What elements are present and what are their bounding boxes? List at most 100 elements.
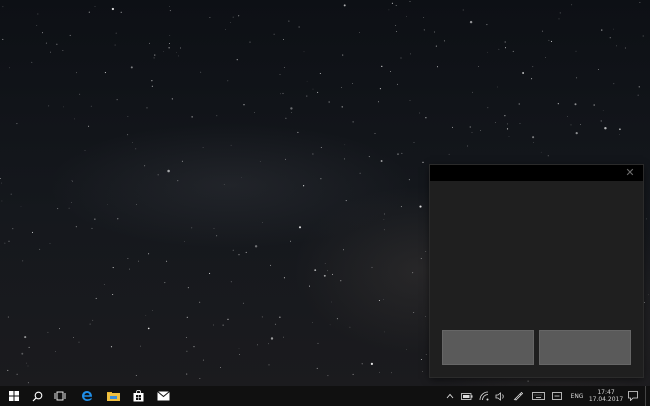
star — [505, 47, 506, 49]
star — [191, 227, 193, 229]
star — [400, 206, 402, 208]
task-view-icon[interactable] — [50, 386, 70, 406]
star — [254, 111, 255, 113]
star — [601, 29, 603, 31]
battery-icon[interactable] — [460, 386, 474, 406]
dialog-window: ✕ — [430, 165, 643, 377]
star — [327, 270, 328, 272]
star — [359, 172, 361, 174]
star — [147, 327, 150, 330]
start-icon[interactable] — [4, 386, 24, 406]
star — [420, 359, 422, 360]
dialog-button-right[interactable] — [539, 330, 631, 365]
star — [527, 380, 529, 382]
star — [199, 378, 201, 379]
star — [149, 42, 150, 44]
store-icon[interactable] — [128, 386, 148, 406]
action-center-icon[interactable] — [626, 386, 640, 406]
star — [298, 226, 302, 229]
input-indicator-icon[interactable] — [550, 386, 564, 406]
star — [359, 32, 360, 33]
close-icon[interactable]: ✕ — [623, 166, 637, 180]
star — [129, 268, 130, 270]
star — [140, 345, 141, 347]
star — [84, 149, 86, 151]
star — [388, 9, 390, 11]
star — [111, 7, 115, 11]
star — [290, 107, 293, 110]
star — [112, 267, 114, 269]
star — [0, 182, 2, 184]
star — [507, 123, 509, 125]
star — [285, 117, 287, 119]
star — [642, 35, 644, 37]
star — [308, 285, 311, 287]
star — [443, 40, 445, 42]
star — [243, 104, 245, 106]
star — [245, 251, 247, 253]
star — [433, 31, 436, 33]
dialog-titlebar[interactable]: ✕ — [430, 165, 643, 181]
star — [254, 245, 258, 248]
star — [7, 369, 9, 371]
star — [282, 92, 284, 95]
star — [22, 260, 24, 262]
star — [419, 112, 421, 114]
language-indicator[interactable]: ENG — [566, 386, 588, 406]
star — [127, 258, 129, 260]
star — [352, 83, 354, 84]
touch-keyboard-icon[interactable] — [530, 386, 546, 406]
star — [336, 318, 338, 320]
star — [71, 181, 73, 183]
star — [547, 155, 549, 157]
star — [378, 299, 380, 302]
star — [151, 85, 153, 87]
star — [79, 93, 81, 95]
star — [391, 372, 393, 374]
star — [576, 77, 578, 79]
star — [545, 56, 546, 58]
star — [619, 128, 621, 131]
star — [236, 59, 238, 61]
star — [639, 1, 641, 3]
star — [232, 249, 234, 251]
edge-icon[interactable] — [77, 386, 97, 406]
star — [613, 83, 615, 85]
star — [532, 136, 535, 139]
star — [213, 324, 214, 326]
volume-icon[interactable] — [493, 386, 507, 406]
star — [153, 57, 155, 59]
clock[interactable]: 17:47 17.04.2017 — [588, 386, 624, 406]
star — [71, 202, 72, 204]
star — [380, 160, 383, 162]
star — [117, 218, 119, 220]
mail-icon[interactable] — [153, 386, 173, 406]
star — [401, 152, 403, 154]
star — [487, 107, 489, 109]
chevron-up-icon[interactable] — [444, 386, 456, 406]
star — [184, 241, 185, 242]
star — [575, 132, 578, 135]
star — [10, 193, 12, 195]
star — [232, 16, 234, 18]
star — [643, 302, 645, 303]
star — [76, 72, 77, 74]
pen-workspace-icon[interactable] — [511, 386, 525, 406]
star — [94, 218, 96, 220]
star — [343, 158, 345, 160]
star — [89, 323, 91, 325]
search-icon[interactable] — [27, 386, 47, 406]
star — [378, 101, 380, 103]
wifi-icon[interactable] — [477, 386, 491, 406]
star — [291, 112, 292, 113]
star — [63, 106, 64, 108]
star — [423, 29, 425, 31]
star — [648, 294, 649, 296]
show-desktop-button[interactable] — [645, 386, 646, 406]
star — [187, 287, 189, 289]
star — [316, 367, 318, 369]
dialog-button-left[interactable] — [442, 330, 534, 365]
star — [166, 260, 168, 262]
file-explorer-icon[interactable] — [103, 386, 123, 406]
star — [163, 51, 164, 52]
